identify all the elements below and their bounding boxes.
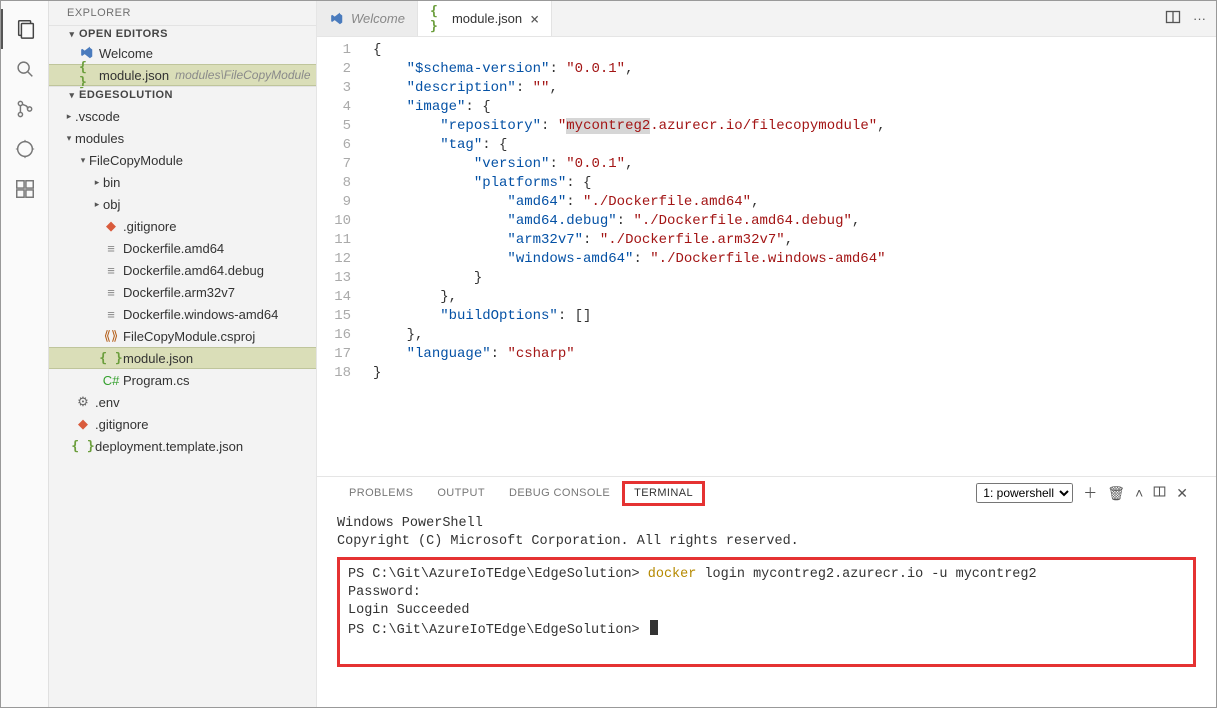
terminal-line: PS C:\Git\AzureIoTEdge\EdgeSolution>	[348, 620, 1185, 640]
tab-welcome[interactable]: Welcome	[317, 1, 418, 36]
tree-file-gitignore[interactable]: ◆.gitignore	[49, 215, 316, 237]
more-actions-icon[interactable]: ···	[1193, 11, 1206, 26]
open-editor-label: Welcome	[99, 46, 153, 61]
tree-file-gitignore-root[interactable]: ◆.gitignore	[49, 413, 316, 435]
terminal-highlighted-block: PS C:\Git\AzureIoTEdge\EdgeSolution> doc…	[337, 557, 1196, 667]
editor[interactable]: 123456789101112131415161718 { "$schema-v…	[317, 37, 1216, 476]
file-icon: ≡	[103, 284, 119, 300]
tree-file-csproj[interactable]: ⟪⟫FileCopyModule.csproj	[49, 325, 316, 347]
terminal-select[interactable]: 1: powershell	[976, 483, 1073, 503]
vscode-icon	[79, 45, 95, 61]
panel-tabs: PROBLEMS OUTPUT DEBUG CONSOLE TERMINAL 1…	[317, 477, 1216, 509]
tree-folder-obj[interactable]: ▸obj	[49, 193, 316, 215]
csproj-icon: ⟪⟫	[103, 328, 119, 344]
tree-file-program-cs[interactable]: C#Program.cs	[49, 369, 316, 391]
vscode-icon	[329, 11, 345, 27]
tree-file-env[interactable]: ⚙.env	[49, 391, 316, 413]
tree-folder-bin[interactable]: ▸bin	[49, 171, 316, 193]
json-icon: { }	[103, 350, 119, 366]
terminal-line: Windows PowerShell	[337, 515, 1196, 533]
panel-up-icon[interactable]: ˄	[1135, 485, 1143, 501]
editor-area: Welcome { } module.json × ··· 1234567891…	[317, 1, 1216, 707]
sidebar-title: EXPLORER	[49, 1, 316, 25]
split-editor-icon[interactable]	[1165, 9, 1181, 28]
tree-file-dockerfile-amd64[interactable]: ≡Dockerfile.amd64	[49, 237, 316, 259]
close-icon[interactable]: ×	[530, 10, 539, 28]
tree-file-dockerfile-arm32v7[interactable]: ≡Dockerfile.arm32v7	[49, 281, 316, 303]
open-editors-header[interactable]: ▾OPEN EDITORS	[49, 25, 316, 42]
panel-tab-terminal[interactable]: TERMINAL	[622, 481, 705, 506]
tree-folder-vscode[interactable]: ▸.vscode	[49, 105, 316, 127]
file-tree: ▸.vscode ▾modules ▾FileCopyModule ▸bin ▸…	[49, 103, 316, 459]
tree-file-deployment-template[interactable]: { }deployment.template.json	[49, 435, 316, 457]
activity-scm-icon[interactable]	[1, 89, 49, 129]
json-icon: { }	[75, 438, 91, 454]
activity-extensions-icon[interactable]	[1, 169, 49, 209]
git-icon: ◆	[103, 218, 119, 234]
panel-tab-problems[interactable]: PROBLEMS	[337, 481, 425, 505]
git-icon: ◆	[75, 416, 91, 432]
json-icon: { }	[430, 11, 446, 27]
panel-tab-output[interactable]: OUTPUT	[425, 481, 497, 505]
activity-bar	[1, 1, 49, 707]
terminal-line: Copyright (C) Microsoft Corporation. All…	[337, 533, 1196, 551]
open-editor-hint: modules\FileCopyModule	[175, 68, 310, 82]
chevron-down-icon: ▾	[77, 155, 89, 166]
open-editor-module-json[interactable]: { } module.json modules\FileCopyModule	[49, 64, 316, 86]
gear-icon: ⚙	[75, 394, 91, 410]
kill-terminal-icon[interactable]: 🗑	[1107, 485, 1125, 502]
tree-file-module-json[interactable]: { }module.json	[49, 347, 316, 369]
line-numbers: 123456789101112131415161718	[317, 41, 373, 476]
chevron-right-icon: ▸	[91, 177, 103, 188]
editor-tabbar: Welcome { } module.json × ···	[317, 1, 1216, 37]
terminal-line: PS C:\Git\AzureIoTEdge\EdgeSolution> doc…	[348, 566, 1185, 584]
json-icon: { }	[79, 67, 95, 83]
close-panel-icon[interactable]: ✕	[1176, 485, 1188, 502]
chevron-down-icon: ▾	[67, 29, 77, 40]
code-content[interactable]: { "$schema-version": "0.0.1", "descripti…	[373, 41, 1216, 476]
open-editor-label: module.json	[99, 68, 169, 83]
activity-explorer-icon[interactable]	[1, 9, 49, 49]
chevron-down-icon: ▾	[63, 133, 75, 144]
file-icon: ≡	[103, 262, 119, 278]
terminal-cursor	[650, 620, 658, 635]
maximize-panel-icon[interactable]	[1153, 485, 1166, 501]
chevron-right-icon: ▸	[91, 199, 103, 210]
open-editors-list: Welcome { } module.json modules\FileCopy…	[49, 42, 316, 86]
workspace-header[interactable]: ▾EDGESOLUTION	[49, 86, 316, 103]
new-terminal-icon[interactable]: ＋	[1083, 483, 1097, 503]
terminal[interactable]: Windows PowerShell Copyright (C) Microso…	[317, 509, 1216, 707]
tree-folder-modules[interactable]: ▾modules	[49, 127, 316, 149]
csharp-icon: C#	[103, 372, 119, 388]
file-icon: ≡	[103, 240, 119, 256]
panel-tab-debug-console[interactable]: DEBUG CONSOLE	[497, 481, 622, 505]
tree-file-dockerfile-windows-amd64[interactable]: ≡Dockerfile.windows-amd64	[49, 303, 316, 325]
activity-debug-icon[interactable]	[1, 129, 49, 169]
tab-module-json[interactable]: { } module.json ×	[418, 1, 552, 36]
terminal-line: Password:	[348, 584, 1185, 602]
chevron-down-icon: ▾	[67, 90, 77, 101]
chevron-right-icon: ▸	[63, 111, 75, 122]
tree-folder-filecopymodule[interactable]: ▾FileCopyModule	[49, 149, 316, 171]
terminal-line: Login Succeeded	[348, 602, 1185, 620]
tree-file-dockerfile-amd64-debug[interactable]: ≡Dockerfile.amd64.debug	[49, 259, 316, 281]
bottom-panel: PROBLEMS OUTPUT DEBUG CONSOLE TERMINAL 1…	[317, 476, 1216, 707]
activity-search-icon[interactable]	[1, 49, 49, 89]
explorer-sidebar: EXPLORER ▾OPEN EDITORS Welcome { } modul…	[49, 1, 317, 707]
file-icon: ≡	[103, 306, 119, 322]
